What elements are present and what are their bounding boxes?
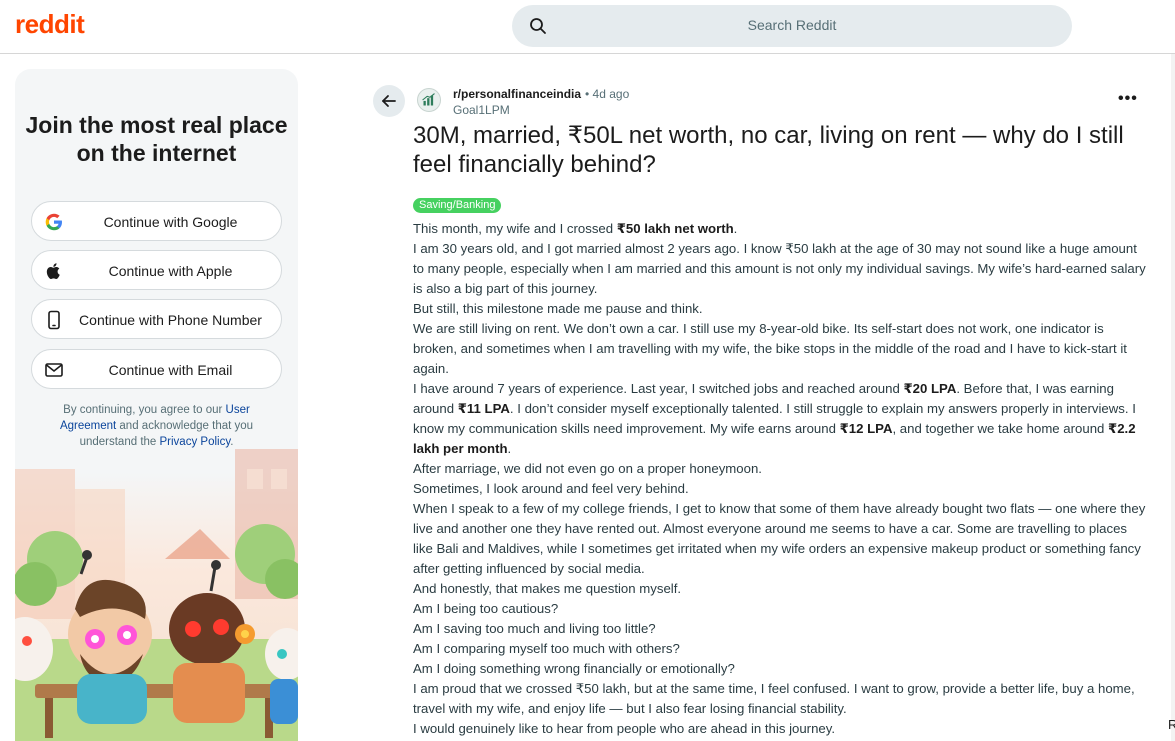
post-paragraph: Am I saving too much and living too litt… bbox=[413, 619, 1148, 639]
paragraph-text: , and together we take home around bbox=[892, 421, 1109, 436]
back-button[interactable] bbox=[373, 85, 405, 117]
post-paragraph: We are still living on rent. We don’t ow… bbox=[413, 319, 1148, 379]
arrow-left-icon bbox=[382, 95, 396, 107]
paragraph-bold-text: ₹12 LPA bbox=[839, 421, 893, 436]
continue-with-google-button[interactable]: Continue with Google bbox=[31, 201, 282, 241]
paragraph-text: I am 30 years old, and I got married alm… bbox=[413, 241, 1146, 296]
post-paragraph: I am proud that we crossed ₹50 lakh, but… bbox=[413, 679, 1148, 719]
scrollbar[interactable] bbox=[1171, 54, 1175, 741]
post-author[interactable]: Goal1LPM bbox=[453, 103, 510, 117]
continue-with-google-label: Continue with Google bbox=[103, 214, 238, 230]
paragraph-text: This month, my wife and I crossed bbox=[413, 221, 617, 236]
snoo-illustration bbox=[15, 449, 298, 741]
post-paragraph: But still, this milestone made me pause … bbox=[413, 299, 1148, 319]
paragraph-text: And honestly, that makes me question mys… bbox=[413, 581, 682, 596]
top-bar: reddit Search Reddit bbox=[0, 0, 1175, 54]
paragraph-text: When I speak to a few of my college frie… bbox=[413, 501, 1146, 576]
paragraph-text: Sometimes, I look around and feel very b… bbox=[413, 481, 689, 496]
post-paragraph: When I speak to a few of my college frie… bbox=[413, 499, 1148, 579]
continue-with-email-label: Continue with Email bbox=[108, 362, 233, 378]
paragraph-text: Am I being too cautious? bbox=[413, 601, 559, 616]
subreddit-avatar-icon[interactable] bbox=[417, 88, 441, 112]
post-paragraph: Am I being too cautious? bbox=[413, 599, 1148, 619]
paragraph-text: Am I saving too much and living too litt… bbox=[413, 621, 656, 636]
post-paragraph: This month, my wife and I crossed ₹50 la… bbox=[413, 219, 1148, 239]
post-age: • 4d ago bbox=[585, 87, 630, 101]
post-paragraph: I have around 7 years of experience. Las… bbox=[413, 379, 1148, 459]
post-paragraph: I would genuinely like to hear from peop… bbox=[413, 719, 1148, 739]
search-bar[interactable]: Search Reddit bbox=[512, 5, 1072, 47]
post-body: This month, my wife and I crossed ₹50 la… bbox=[413, 219, 1148, 739]
legal-prefix: By continuing, you agree to our bbox=[63, 404, 226, 416]
more-options-icon[interactable]: ••• bbox=[1118, 90, 1138, 108]
edge-text: R bbox=[1168, 717, 1175, 732]
continue-with-apple-button[interactable]: Continue with Apple bbox=[31, 250, 282, 290]
paragraph-text: But still, this milestone made me pause … bbox=[413, 301, 703, 316]
continue-with-email-button[interactable]: Continue with Email bbox=[31, 349, 282, 389]
paragraph-text: I am proud that we crossed ₹50 lakh, but… bbox=[413, 681, 1135, 716]
paragraph-text: We are still living on rent. We don’t ow… bbox=[413, 321, 1127, 376]
paragraph-bold-text: ₹20 LPA bbox=[903, 381, 957, 396]
paragraph-text: I would genuinely like to hear from peop… bbox=[413, 721, 836, 736]
paragraph-text: I have around 7 years of experience. Las… bbox=[413, 381, 904, 396]
post-paragraph: I am 30 years old, and I got married alm… bbox=[413, 239, 1148, 299]
post-paragraph: After marriage, we did not even go on a … bbox=[413, 459, 1148, 479]
post-title: 30M, married, ₹50L net worth, no car, li… bbox=[413, 122, 1124, 178]
continue-with-phone-button[interactable]: Continue with Phone Number bbox=[31, 299, 282, 339]
paragraph-text: . bbox=[733, 221, 738, 236]
post-paragraph: Am I doing something wrong financially o… bbox=[413, 659, 1148, 679]
paragraph-text: Am I comparing myself too much with othe… bbox=[413, 641, 680, 656]
post-paragraph: Sometimes, I look around and feel very b… bbox=[413, 479, 1148, 499]
paragraph-bold-text: ₹11 LPA bbox=[457, 401, 510, 416]
signup-title: Join the most real place on the internet bbox=[25, 112, 288, 166]
reddit-logo[interactable]: reddit bbox=[15, 9, 85, 40]
paragraph-bold-text: ₹50 lakh net worth bbox=[616, 221, 734, 236]
post-flair[interactable]: Saving/Banking bbox=[413, 198, 502, 213]
continue-with-apple-label: Continue with Apple bbox=[108, 263, 233, 279]
post-paragraph: And honestly, that makes me question mys… bbox=[413, 579, 1148, 599]
continue-with-phone-label: Continue with Phone Number bbox=[79, 312, 262, 328]
signup-card: Join the most real place on the internet… bbox=[15, 69, 298, 741]
search-input[interactable]: Search Reddit bbox=[512, 17, 1072, 33]
legal-text: By continuing, you agree to our User Agr… bbox=[45, 402, 268, 450]
paragraph-text: Am I doing something wrong financially o… bbox=[413, 661, 735, 676]
paragraph-text: After marriage, we did not even go on a … bbox=[413, 461, 762, 476]
paragraph-text: . bbox=[507, 441, 512, 456]
post-paragraph: Am I comparing myself too much with othe… bbox=[413, 639, 1148, 659]
subreddit-link[interactable]: r/personalfinanceindia bbox=[453, 87, 581, 101]
privacy-policy-link[interactable]: Privacy Policy bbox=[160, 436, 231, 448]
legal-suffix: . bbox=[230, 436, 234, 448]
